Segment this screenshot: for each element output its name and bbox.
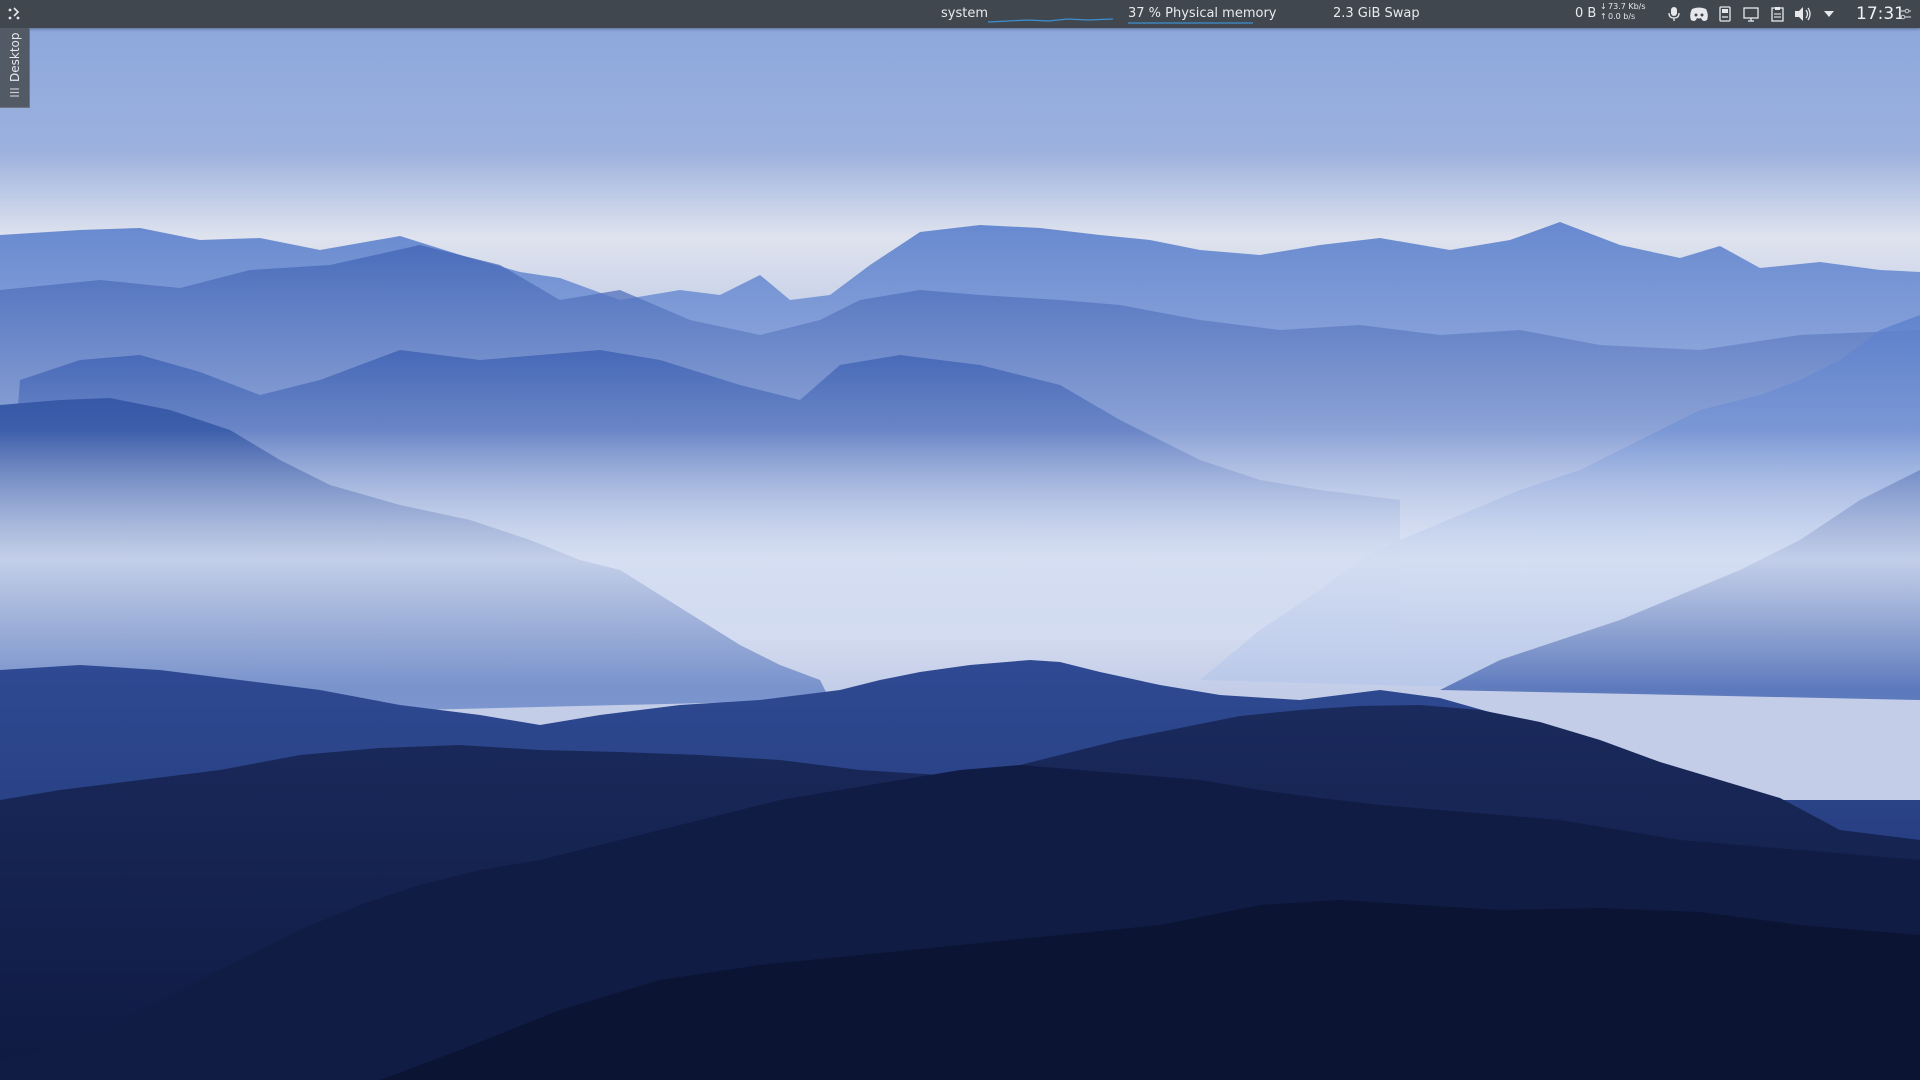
desktop[interactable]: system 37 % Physical memory 2.3 GiB Swap… (0, 0, 1920, 1080)
memory-usage-graph (1128, 22, 1253, 24)
discord-icon[interactable] (1688, 3, 1710, 25)
hamburger-menu-icon[interactable] (9, 87, 20, 98)
download-speed: 73.7 Kb/s (1608, 2, 1646, 11)
upload-speed: 0.0 b/s (1608, 12, 1636, 21)
clipboard-icon[interactable] (1766, 3, 1788, 25)
removable-device-icon[interactable] (1714, 3, 1736, 25)
cpu-load-graph (988, 18, 1113, 23)
microphone-icon[interactable] (1663, 3, 1685, 25)
upload-arrow-icon: ↑ (1600, 12, 1607, 21)
desktop-toolbox-label: Desktop (8, 32, 22, 83)
expand-tray-icon[interactable] (1818, 3, 1840, 25)
network-speed-monitor[interactable]: ↓ 73.7 Kb/s ↑ 0.0 b/s (1600, 2, 1658, 22)
swap-monitor-label: 2.3 GiB Swap (1333, 6, 1420, 21)
download-arrow-icon: ↓ (1600, 2, 1607, 11)
desktop-toolbox[interactable]: Desktop (0, 28, 30, 108)
system-load-monitor[interactable]: system 37 % Physical memory 2.3 GiB Swap (938, 0, 1420, 28)
application-launcher-button[interactable] (3, 3, 25, 25)
cpu-monitor-label: system (941, 6, 988, 21)
mountain-wallpaper (0, 0, 1920, 1080)
network-total-label: 0 B (1575, 6, 1597, 21)
top-panel: system 37 % Physical memory 2.3 GiB Swap… (0, 0, 1920, 28)
application-launcher-icon (8, 7, 20, 20)
volume-icon[interactable] (1792, 3, 1814, 25)
panel-settings-icon[interactable] (1895, 3, 1915, 25)
display-icon[interactable] (1740, 3, 1762, 25)
